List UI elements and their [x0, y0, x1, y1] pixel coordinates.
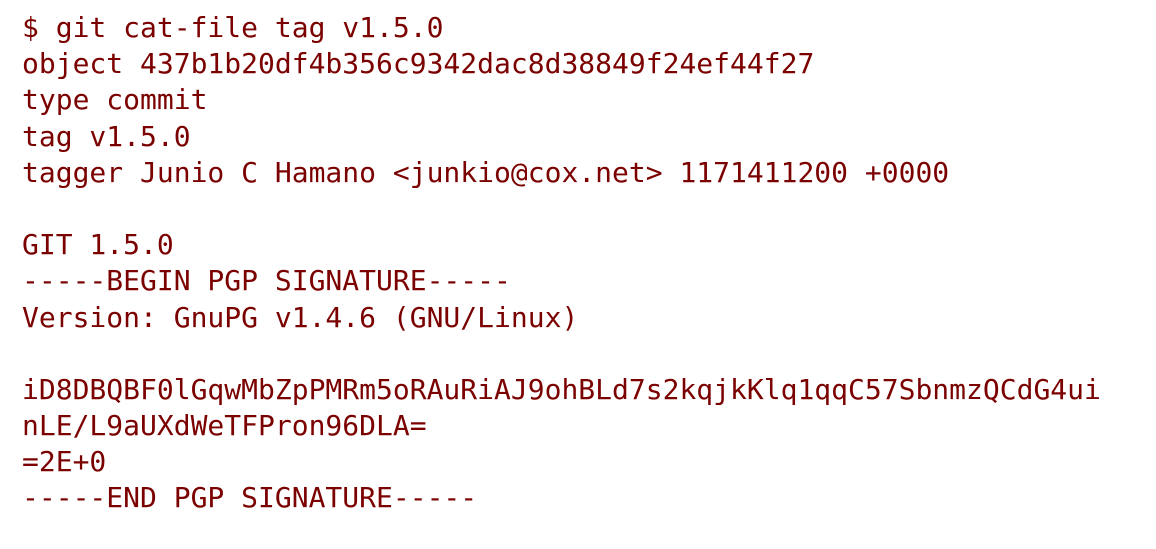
pgp-checksum-line: =2E+0 — [22, 445, 107, 479]
command-line: $ git cat-file tag v1.5.0 — [22, 11, 444, 44]
pgp-signature-line: iD8DBQBF0lGqwMbZpPMRm5oRAuRiAJ9ohBLd7s2k… — [22, 372, 1101, 406]
pgp-end-line: -----END PGP SIGNATURE----- — [22, 481, 478, 515]
tag-line: tag v1.5.0 — [22, 119, 191, 153]
pgp-begin-line: -----BEGIN PGP SIGNATURE----- — [22, 264, 511, 298]
type-line: type commit — [22, 83, 208, 117]
tagger-line: tagger Junio C Hamano <junkio@cox.net> 1… — [22, 155, 950, 189]
tag-message-line: GIT 1.5.0 — [22, 228, 174, 262]
object-line: object 437b1b20df4b356c9342dac8d38849f24… — [22, 47, 815, 81]
terminal-output: $ git cat-file tag v1.5.0 object 437b1b2… — [0, 0, 1156, 549]
pgp-signature-line: nLE/L9aUXdWeTFPron96DLA= — [22, 409, 427, 443]
pgp-version-line: Version: GnuPG v1.4.6 (GNU/Linux) — [22, 300, 579, 334]
